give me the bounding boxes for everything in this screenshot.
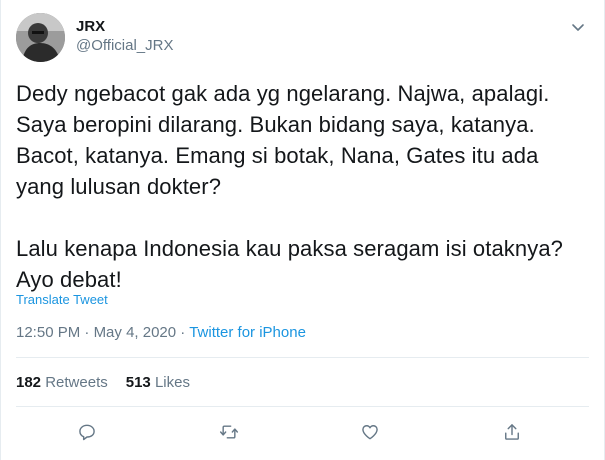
retweets-stat[interactable]: 182 Retweets — [16, 374, 108, 391]
meta-separator: · — [80, 324, 94, 341]
tweet-actions — [1, 418, 604, 446]
avatar[interactable] — [16, 13, 65, 62]
retweets-count: 182 — [16, 374, 42, 391]
reply-icon[interactable] — [73, 418, 101, 446]
likes-count: 513 — [125, 374, 151, 391]
meta-separator: · — [176, 324, 190, 341]
tweet-card: JRX @Official_JRX Dedy ngebacot gak ada … — [0, 0, 605, 460]
retweet-icon[interactable] — [215, 418, 243, 446]
avatar-image — [16, 13, 65, 62]
user-handle[interactable]: @Official_JRX — [76, 36, 173, 56]
likes-label: Likes — [154, 374, 190, 391]
user-names: JRX @Official_JRX — [76, 17, 173, 56]
display-name[interactable]: JRX — [76, 17, 173, 36]
tweet-paragraph: Lalu kenapa Indonesia kau paksa seragam … — [16, 236, 564, 292]
tweet-time[interactable]: 12:50 PM — [16, 324, 80, 341]
likes-stat[interactable]: 513 Likes — [126, 374, 190, 391]
retweets-label: Retweets — [45, 374, 108, 391]
tweet-text: Dedy ngebacot gak ada yg ngelarang. Najw… — [16, 78, 591, 295]
chevron-down-icon[interactable] — [570, 19, 586, 35]
translate-tweet-link[interactable]: Translate Tweet — [16, 292, 108, 307]
tweet-source-link[interactable]: Twitter for iPhone — [189, 324, 306, 341]
divider — [16, 357, 589, 358]
tweet-stats: 182 Retweets 513 Likes — [16, 373, 190, 393]
divider — [16, 406, 589, 407]
heart-icon[interactable] — [356, 418, 384, 446]
tweet-date[interactable]: May 4, 2020 — [94, 324, 177, 341]
tweet-paragraph: Dedy ngebacot gak ada yg ngelarang. Najw… — [16, 81, 550, 199]
share-icon[interactable] — [498, 418, 526, 446]
tweet-meta: 12:50 PM · May 4, 2020 · Twitter for iPh… — [16, 323, 306, 343]
tweet-header: JRX @Official_JRX — [16, 13, 590, 63]
